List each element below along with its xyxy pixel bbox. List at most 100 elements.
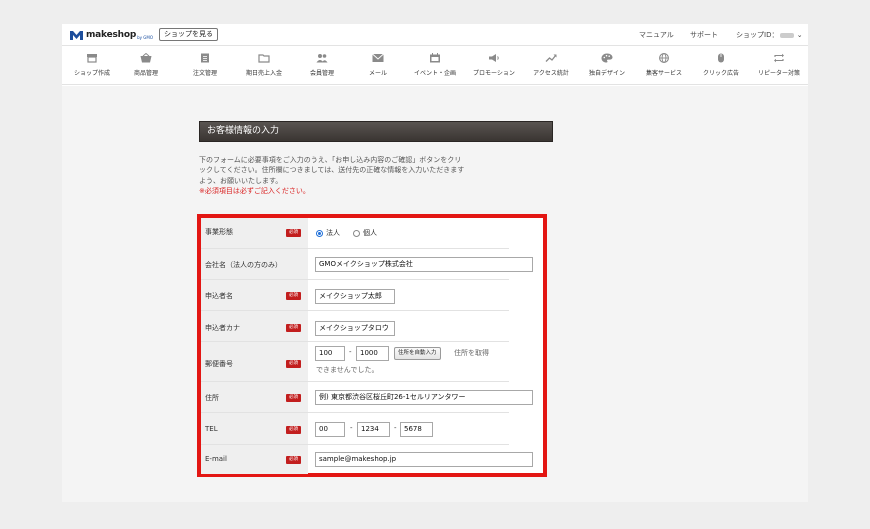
manual-link[interactable]: マニュアル <box>639 30 674 40</box>
nav-item-repeater[interactable]: リピーター対策 <box>752 46 806 84</box>
shop-id-menu[interactable]: ショップID： ⌄ <box>736 30 803 40</box>
tel-third-input[interactable]: 5678 <box>400 422 433 437</box>
company-label: 会社名（法人の方のみ） <box>205 261 282 269</box>
clipboard-icon <box>201 53 209 63</box>
tel-second-input[interactable]: 1234 <box>357 422 390 437</box>
nav-label: ショップ作成 <box>73 70 110 77</box>
business-type-label: 事業形態 <box>205 228 233 236</box>
chevron-down-icon: ⌄ <box>796 31 803 39</box>
nav-label: 注文管理 <box>192 70 217 77</box>
tel-label: TEL <box>205 425 218 433</box>
nav-item-orders[interactable]: 注文管理 <box>181 46 229 84</box>
nav-item-click-ads[interactable]: クリック広告 <box>696 46 746 84</box>
basket-icon <box>140 53 152 63</box>
globe-icon <box>659 53 669 63</box>
nav-item-design[interactable]: 独自デザイン <box>582 46 632 84</box>
company-input[interactable]: GMOメイクショップ株式会社 <box>315 257 533 272</box>
form-row-business-type: 事業形態 必須 法人 個人 <box>201 218 509 249</box>
nav-item-mail[interactable]: メール <box>358 46 398 84</box>
shop-id-value-masked <box>780 32 795 38</box>
form-row-applicant: 申込者名 必須 メイクショップ太郎 <box>201 280 509 311</box>
required-badge: 必須 <box>286 456 301 464</box>
logo-sub: by GMO <box>137 34 153 40</box>
form-row-address: 住所 必須 例) 東京都渋谷区桜丘町26-1セルリアンタワー <box>201 382 533 413</box>
address-input[interactable]: 例) 東京都渋谷区桜丘町26-1セルリアンタワー <box>315 390 533 405</box>
main-content: お客様情報の入力 下のフォームに必要事項をご入力のうえ、「お申し込み内容のご確認… <box>62 86 808 502</box>
tel-first-input[interactable]: 00 <box>315 422 345 437</box>
nav-label: 集客サービス <box>645 70 682 77</box>
makeshop-logo[interactable]: makeshop by GMO <box>70 28 153 41</box>
section-title: お客様情報の入力 <box>199 121 553 142</box>
mouse-icon <box>718 53 724 63</box>
nav-label: イベント・企画 <box>413 70 456 77</box>
required-badge: 必須 <box>286 324 301 332</box>
repeat-icon <box>774 53 784 63</box>
nav-label: リピーター対策 <box>757 70 800 77</box>
email-label: E-mail <box>205 455 227 463</box>
required-note: ※必須項目は必ずご記入ください。 <box>199 187 310 196</box>
support-link[interactable]: サポート <box>690 30 718 40</box>
calendar-icon <box>430 53 440 63</box>
nav-label: 商品管理 <box>133 70 158 77</box>
postal-lookup-message: 住所を取得 <box>454 349 489 357</box>
radio-corporate-label[interactable]: 法人 <box>326 228 340 238</box>
radio-individual[interactable] <box>353 230 360 237</box>
auto-fill-address-button[interactable]: 住所を自動入力 <box>394 347 441 360</box>
nav-item-access-stats[interactable]: アクセス統計 <box>526 46 576 84</box>
radio-individual-label[interactable]: 個人 <box>363 228 377 238</box>
nav-label: メール <box>368 70 387 77</box>
top-bar: makeshop by GMO ショップを見る マニュアル サポート ショップI… <box>62 24 808 45</box>
required-badge: 必須 <box>286 360 301 368</box>
nav-item-shop-create[interactable]: ショップ作成 <box>66 46 118 84</box>
address-label: 住所 <box>205 394 219 402</box>
shop-id-label: ショップID： <box>736 31 779 39</box>
nav-item-sales[interactable]: 期日売上入金 <box>238 46 290 84</box>
postal-code-second-input[interactable]: 1000 <box>356 346 389 361</box>
form-row-applicant-kana: 申込者カナ 必須 メイクショップタロウ <box>201 311 509 342</box>
required-badge: 必須 <box>286 426 301 434</box>
nav-item-events[interactable]: イベント・企画 <box>410 46 460 84</box>
members-icon <box>316 54 328 63</box>
app-window: makeshop by GMO ショップを見る マニュアル サポート ショップI… <box>62 24 808 502</box>
form-row-postal: 郵便番号 必須 100 - 1000 住所を自動入力 住所を取得 できませんでした… <box>201 342 509 382</box>
radio-corporate[interactable] <box>316 230 323 237</box>
form-row-email: E-mail 必須 sample@makeshop.jp <box>201 445 533 474</box>
intro-line: ックしてください。住所欄につきましては、送付先の正確な情報を入力いただきます <box>199 166 465 175</box>
nav-label: 会員管理 <box>309 70 334 77</box>
postal-code-first-input[interactable]: 100 <box>315 346 345 361</box>
folder-icon <box>258 54 270 63</box>
required-badge: 必須 <box>286 229 301 237</box>
intro-line: よう、お願いいたします。 <box>199 176 283 185</box>
required-badge: 必須 <box>286 394 301 402</box>
intro-text: 下のフォームに必要事項をご入力のうえ、「お申し込み内容のご確認」ボタンをクリ ッ… <box>199 155 519 197</box>
palette-icon <box>601 53 613 63</box>
tel-separator: - <box>394 424 397 432</box>
nav-label: 独自デザイン <box>588 70 625 77</box>
email-input[interactable]: sample@makeshop.jp <box>315 452 533 467</box>
applicant-label: 申込者名 <box>205 292 233 300</box>
postal-label: 郵便番号 <box>205 360 233 368</box>
form-row-tel: TEL 必須 00 - 1234 - 5678 <box>201 413 509 445</box>
logo-mark-icon <box>70 30 83 40</box>
mail-icon <box>372 53 384 62</box>
nav-item-marketing[interactable]: 集客サービス <box>638 46 690 84</box>
nav-label: クリック広告 <box>702 70 739 77</box>
required-badge: 必須 <box>286 292 301 300</box>
logo-text: makeshop <box>86 29 137 40</box>
nav-item-products[interactable]: 商品管理 <box>122 46 170 84</box>
nav-label: アクセス統計 <box>533 70 569 77</box>
nav-item-members[interactable]: 会員管理 <box>298 46 346 84</box>
shop-create-icon <box>87 54 97 63</box>
nav-item-promotion[interactable]: プロモーション <box>466 46 522 84</box>
intro-line: 下のフォームに必要事項をご入力のうえ、「お申し込み内容のご確認」ボタンをクリ <box>199 156 462 164</box>
tel-separator: - <box>350 424 353 432</box>
form-row-company: 会社名（法人の方のみ） GMOメイクショップ株式会社 <box>201 249 533 280</box>
view-shop-button[interactable]: ショップを見る <box>159 28 218 41</box>
applicant-kana-label: 申込者カナ <box>205 324 240 332</box>
nav-label: 期日売上入金 <box>245 70 282 77</box>
applicant-name-input[interactable]: メイクショップ太郎 <box>315 289 395 304</box>
postal-lookup-message-2: できませんでした。 <box>316 366 379 374</box>
applicant-kana-input[interactable]: メイクショップタロウ <box>315 321 395 336</box>
postal-separator: - <box>349 348 352 356</box>
megaphone-icon <box>489 54 499 62</box>
